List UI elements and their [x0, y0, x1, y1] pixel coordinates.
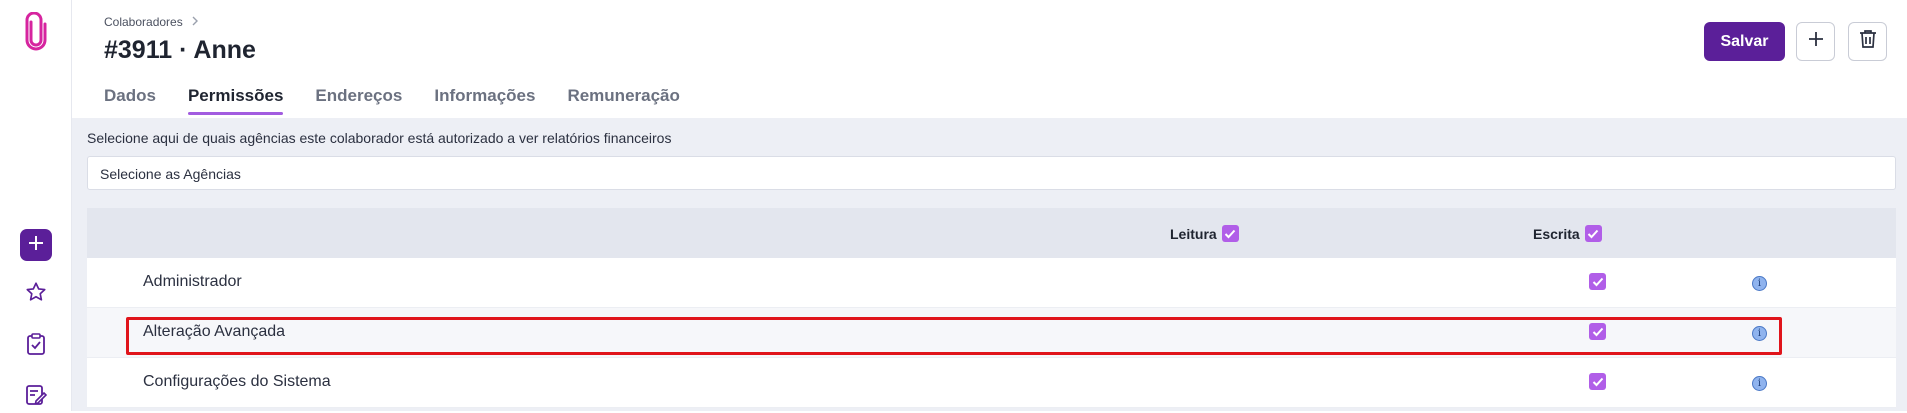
trash-icon [1859, 29, 1877, 54]
agencias-description: Selecione aqui de quais agências este co… [87, 130, 671, 146]
table-row: Configurações do Sistema i [87, 358, 1896, 408]
page-header: Colaboradores #3911 · Anne Dados Permiss… [72, 0, 1907, 118]
clipboard-check-icon [26, 333, 46, 360]
tab-remuneracao[interactable]: Remuneração [567, 86, 679, 115]
tab-permissoes[interactable]: Permissões [188, 86, 283, 115]
info-icon[interactable]: i [1752, 376, 1767, 391]
plus-icon [1807, 30, 1825, 53]
table-row: Administrador i [87, 258, 1896, 308]
permission-label: Alteração Avançada [143, 323, 285, 341]
breadcrumb: Colaboradores [104, 15, 199, 29]
tab-enderecos[interactable]: Endereços [315, 86, 402, 115]
leitura-all-checkbox[interactable] [1222, 225, 1239, 242]
permissions-table: Leitura Escrita Administrador i Alteraçã… [87, 208, 1896, 408]
edit-list-icon [25, 384, 47, 411]
paperclip-logo-icon[interactable] [22, 12, 50, 52]
sidebar-favorites-button[interactable] [20, 278, 52, 310]
sidebar [0, 0, 72, 411]
table-row: Alteração Avançada i [87, 308, 1896, 358]
sidebar-tasks-button[interactable] [20, 330, 52, 362]
add-button[interactable] [1796, 22, 1835, 61]
permissions-panel: Selecione aqui de quais agências este co… [72, 118, 1907, 411]
sidebar-add-button[interactable] [20, 229, 52, 261]
info-icon[interactable]: i [1752, 276, 1767, 291]
column-leitura-label: Leitura [1170, 226, 1217, 242]
column-escrita: Escrita [1533, 225, 1602, 242]
permission-label: Administrador [143, 273, 242, 291]
save-button[interactable]: Salvar [1704, 22, 1785, 61]
column-leitura: Leitura [1170, 225, 1239, 242]
tab-dados[interactable]: Dados [104, 86, 156, 115]
chevron-right-icon [191, 15, 199, 29]
table-header: Leitura Escrita [87, 208, 1896, 258]
info-icon[interactable]: i [1752, 326, 1767, 341]
star-icon [25, 281, 47, 308]
escrita-all-checkbox[interactable] [1585, 225, 1602, 242]
agencias-select[interactable]: Selecione as Agências [87, 156, 1896, 190]
breadcrumb-link-colaboradores[interactable]: Colaboradores [104, 15, 183, 29]
tab-bar: Dados Permissões Endereços Informações R… [104, 86, 680, 115]
tab-informacoes[interactable]: Informações [434, 86, 535, 115]
page-title: #3911 · Anne [104, 36, 256, 65]
permission-label: Configurações do Sistema [143, 373, 331, 391]
delete-button[interactable] [1848, 22, 1887, 61]
escrita-checkbox[interactable] [1589, 323, 1606, 340]
plus-icon [28, 235, 44, 256]
escrita-checkbox[interactable] [1589, 373, 1606, 390]
sidebar-edit-button[interactable] [20, 381, 52, 413]
escrita-checkbox[interactable] [1589, 273, 1606, 290]
column-escrita-label: Escrita [1533, 226, 1580, 242]
